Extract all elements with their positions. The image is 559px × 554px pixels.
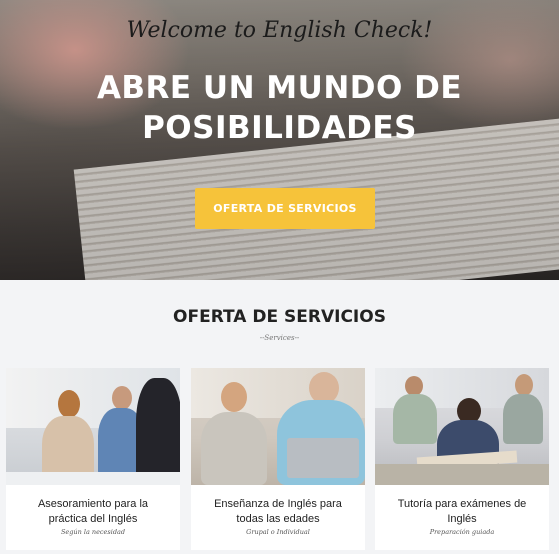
service-card-consulting[interactable]: Asesoramiento para la práctica del Inglé… xyxy=(6,368,180,550)
service-card-exam-tutoring[interactable]: Tutoría para exámenes de Inglés Preparac… xyxy=(375,368,549,550)
hero-welcome-text: Welcome to English Check! xyxy=(126,18,433,43)
services-subtitle: --Services-- xyxy=(259,334,300,342)
exam-tutoring-title: Tutoría para exámenes de Inglés xyxy=(397,498,527,525)
teaching-subtitle: Grupal o Individual xyxy=(246,528,310,536)
service-card-teaching[interactable]: Enseñanza de Inglés para todas las edade… xyxy=(191,368,365,550)
hero-headline-line2: POSIBILIDADES xyxy=(142,110,417,146)
hero-headline-line1: ABRE UN MUNDO DE xyxy=(96,70,463,106)
exam-tutoring-photo xyxy=(375,368,549,485)
exam-tutoring-subtitle: Preparación guiada xyxy=(429,528,495,536)
services-cta-button[interactable]: OFERTA DE SERVICIOS xyxy=(195,188,375,229)
teaching-title: Enseñanza de Inglés para todas las edade… xyxy=(214,498,342,525)
consulting-photo xyxy=(6,368,180,485)
consulting-title: Asesoramiento para la práctica del Inglé… xyxy=(37,498,149,525)
consulting-subtitle: Según la necesidad xyxy=(60,528,126,536)
services-title: OFERTA DE SERVICIOS xyxy=(173,307,386,327)
teaching-photo xyxy=(191,368,365,485)
hero-headline: ABRE UN MUNDO DE POSIBILIDADES xyxy=(0,68,559,148)
hero-banner: Welcome to English Check! ABRE UN MUNDO … xyxy=(0,0,559,280)
services-section: OFERTA DE SERVICIOS --Services-- Asesora… xyxy=(0,280,559,554)
